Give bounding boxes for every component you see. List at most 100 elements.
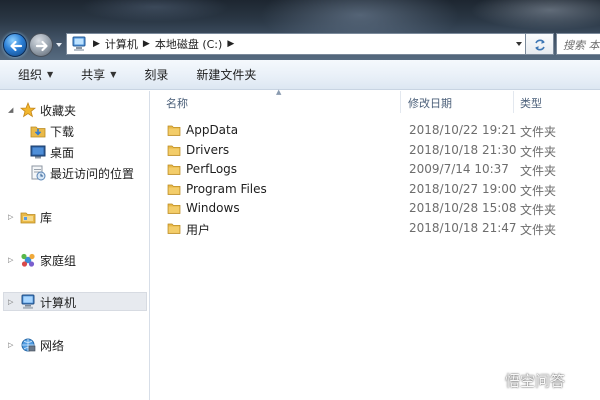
watermark-text: 悟空问答 bbox=[505, 371, 566, 390]
sidebar-item-desktop[interactable]: 桌面 bbox=[30, 143, 74, 161]
sidebar-item-recent-places[interactable]: 最近访问的位置 bbox=[30, 164, 134, 182]
organize-button[interactable]: 组织 ▼ bbox=[10, 63, 61, 86]
folder-icon bbox=[167, 203, 181, 214]
sidebar-item-favorites[interactable]: ◢ 收藏夹 bbox=[8, 101, 76, 119]
new-folder-label: 新建文件夹 bbox=[196, 68, 257, 82]
watermark: 悟空问答 bbox=[478, 368, 565, 392]
file-type: 文件夹 bbox=[520, 184, 557, 198]
recent-places-label: 最近访问的位置 bbox=[50, 166, 135, 181]
file-name: Drivers bbox=[186, 143, 230, 157]
file-list: ▲ 名称 修改日期 类型 AppData 2018/10/22 19:21 文件… bbox=[151, 88, 600, 400]
navigation-pane: ◢ 收藏夹 下载 桌面 最近访问的位置 ▷ 库 ▷ 家庭组 ▷ 计算机 ▷ 网络 bbox=[0, 91, 150, 400]
table-row[interactable]: 用户 2018/10/18 21:47 文件夹 bbox=[151, 219, 600, 238]
column-header-name[interactable]: 名称 bbox=[166, 95, 188, 111]
forward-arrow-icon bbox=[35, 40, 48, 52]
expand-icon[interactable]: ▷ bbox=[8, 341, 18, 349]
breadcrumb-computer[interactable]: 计算机 bbox=[105, 36, 138, 52]
file-modified: 2018/10/22 19:21 bbox=[409, 123, 517, 137]
column-header-modified[interactable]: 修改日期 bbox=[408, 95, 452, 111]
file-name: PerfLogs bbox=[186, 162, 238, 176]
desktop-icon bbox=[30, 145, 46, 159]
file-type: 文件夹 bbox=[520, 145, 557, 159]
burn-button[interactable]: 刻录 bbox=[136, 63, 176, 86]
burn-label: 刻录 bbox=[144, 68, 169, 82]
libraries-label: 库 bbox=[40, 210, 53, 225]
homegroup-label: 家庭组 bbox=[40, 253, 77, 268]
file-type: 文件夹 bbox=[520, 203, 557, 217]
file-type: 文件夹 bbox=[520, 223, 557, 237]
sidebar-item-libraries[interactable]: ▷ 库 bbox=[8, 208, 52, 226]
organize-label: 组织 bbox=[18, 68, 43, 82]
glass-highlight bbox=[80, 0, 230, 22]
column-divider[interactable] bbox=[400, 91, 401, 113]
network-icon bbox=[21, 338, 36, 352]
file-type: 文件夹 bbox=[520, 125, 557, 139]
file-type: 文件夹 bbox=[520, 164, 557, 178]
chevron-down-icon: ▼ bbox=[47, 70, 54, 79]
folder-icon bbox=[167, 125, 181, 136]
homegroup-icon bbox=[21, 253, 35, 267]
breadcrumb-arrow[interactable]: ▶ bbox=[93, 39, 100, 49]
file-modified: 2018/10/27 19:00 bbox=[409, 182, 517, 196]
file-name: Windows bbox=[186, 201, 240, 215]
file-modified: 2009/7/14 10:37 bbox=[409, 162, 509, 176]
new-folder-button[interactable]: 新建文件夹 bbox=[188, 63, 264, 86]
expand-icon[interactable]: ▷ bbox=[8, 213, 18, 221]
desktop-label: 桌面 bbox=[50, 145, 75, 160]
folder-icon bbox=[167, 184, 181, 195]
table-row[interactable]: Drivers 2018/10/18 21:30 文件夹 bbox=[151, 141, 600, 160]
network-label: 网络 bbox=[40, 338, 65, 353]
computer-icon bbox=[21, 294, 35, 309]
sidebar-item-network[interactable]: ▷ 网络 bbox=[8, 336, 64, 354]
share-label: 共享 bbox=[81, 68, 106, 82]
search-input[interactable]: 搜索 本地磁盘 (C:) bbox=[556, 33, 600, 55]
table-row[interactable]: PerfLogs 2009/7/14 10:37 文件夹 bbox=[151, 160, 600, 179]
star-icon bbox=[20, 102, 36, 118]
favorites-label: 收藏夹 bbox=[40, 103, 77, 118]
sidebar-item-downloads[interactable]: 下载 bbox=[30, 122, 74, 140]
table-row[interactable]: Program Files 2018/10/27 19:00 文件夹 bbox=[151, 180, 600, 199]
glass-highlight bbox=[470, 0, 600, 30]
file-modified: 2018/10/28 15:08 bbox=[409, 201, 517, 215]
recent-pages-dropdown-icon[interactable] bbox=[55, 41, 63, 49]
file-name: AppData bbox=[186, 123, 239, 137]
sort-arrow-icon: ▲ bbox=[276, 88, 282, 96]
back-button[interactable] bbox=[3, 33, 27, 57]
expand-icon[interactable]: ▷ bbox=[8, 298, 18, 306]
collapse-icon[interactable]: ◢ bbox=[8, 106, 18, 114]
downloads-folder-icon bbox=[30, 126, 46, 138]
window-titlebar: ▶ 计算机 ▶ 本地磁盘 (C:) ▶ 搜索 本地磁盘 (C:) bbox=[0, 0, 600, 60]
refresh-button[interactable] bbox=[526, 33, 554, 55]
address-dropdown-icon[interactable] bbox=[515, 40, 523, 48]
sidebar-item-homegroup[interactable]: ▷ 家庭组 bbox=[8, 251, 76, 269]
folder-icon bbox=[167, 145, 181, 156]
refresh-icon bbox=[535, 39, 545, 51]
file-modified: 2018/10/18 21:47 bbox=[409, 221, 517, 235]
file-name: Program Files bbox=[186, 182, 267, 196]
downloads-label: 下载 bbox=[50, 124, 75, 139]
breadcrumb-arrow[interactable]: ▶ bbox=[227, 39, 234, 49]
command-toolbar: 组织 ▼ 共享 ▼ 刻录 新建文件夹 bbox=[0, 60, 600, 90]
folder-icon bbox=[167, 164, 181, 175]
breadcrumb-arrow[interactable]: ▶ bbox=[143, 39, 150, 49]
expand-icon[interactable]: ▷ bbox=[8, 256, 18, 264]
back-arrow-icon bbox=[10, 40, 23, 52]
recent-places-icon bbox=[31, 165, 46, 181]
file-name: 用户 bbox=[186, 223, 211, 237]
column-header-type[interactable]: 类型 bbox=[520, 95, 542, 111]
computer-label: 计算机 bbox=[40, 295, 77, 310]
folder-icon bbox=[167, 223, 181, 234]
libraries-icon bbox=[20, 212, 36, 224]
breadcrumb-local-disk[interactable]: 本地磁盘 (C:) bbox=[155, 36, 222, 52]
share-button[interactable]: 共享 ▼ bbox=[73, 63, 124, 86]
file-modified: 2018/10/18 21:30 bbox=[409, 143, 517, 157]
sidebar-item-computer[interactable]: ▷ 计算机 bbox=[8, 293, 76, 311]
forward-button[interactable] bbox=[29, 33, 53, 57]
chat-bubble-icon bbox=[479, 371, 501, 390]
table-row[interactable]: AppData 2018/10/22 19:21 文件夹 bbox=[151, 121, 600, 140]
table-row[interactable]: Windows 2018/10/28 15:08 文件夹 bbox=[151, 199, 600, 218]
chevron-down-icon: ▼ bbox=[110, 70, 117, 79]
computer-icon bbox=[72, 36, 86, 51]
address-bar[interactable]: ▶ 计算机 ▶ 本地磁盘 (C:) ▶ bbox=[66, 33, 526, 55]
column-divider[interactable] bbox=[513, 91, 514, 113]
